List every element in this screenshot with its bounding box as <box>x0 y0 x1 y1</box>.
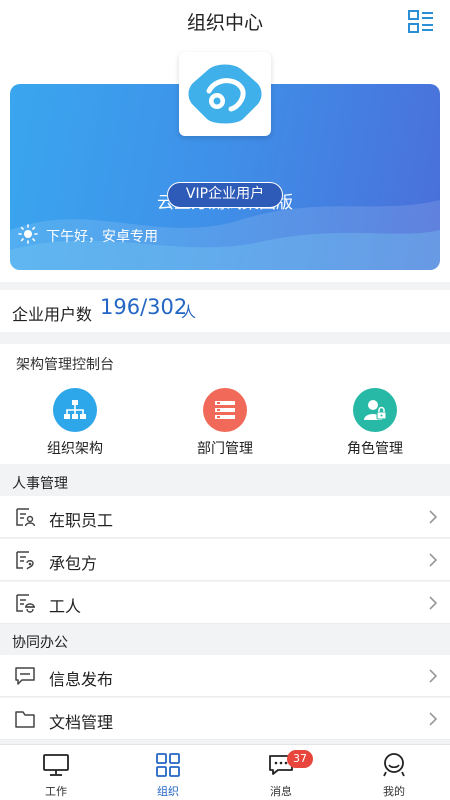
architecture-console: 架构管理控制台 组织架构 部门管理 角色管理 <box>0 344 450 464</box>
user-count-label: 企业用户数 <box>12 305 93 324</box>
role-lock-icon <box>353 388 397 432</box>
tab-label: 组织 <box>157 785 179 798</box>
chevron-right-icon <box>428 552 438 568</box>
qr-code-icon[interactable] <box>408 10 434 34</box>
section-title: 协同办公 <box>12 635 68 651</box>
list-item-employees[interactable]: 在职员工 <box>0 496 450 538</box>
tile-label: 角色管理 <box>347 441 403 457</box>
list-item-label: 承包方 <box>49 554 98 573</box>
greeting: 下午好，安卓专用 <box>18 224 158 248</box>
tile-department-management[interactable]: 部门管理 <box>165 388 285 458</box>
chevron-right-icon <box>428 668 438 684</box>
section-title: 人事管理 <box>12 476 68 492</box>
top-bar: 组织中心 <box>0 0 450 46</box>
list-item-workers[interactable]: 工人 <box>0 582 450 624</box>
bottom-tab-bar: 工作 组织 37 消息 我的 <box>0 744 450 800</box>
console-title: 架构管理控制台 <box>16 357 114 373</box>
tile-role-management[interactable]: 角色管理 <box>315 388 435 458</box>
employee-card-icon <box>14 506 36 528</box>
section-header-office: 协同办公 <box>0 625 450 655</box>
tab-label: 工作 <box>45 785 67 798</box>
page-title: 组织中心 <box>186 12 263 34</box>
chevron-right-icon <box>428 711 438 727</box>
vip-badge: VIP企业用户 <box>167 182 283 208</box>
list-item-label: 文档管理 <box>49 713 114 732</box>
org-chart-icon <box>53 388 97 432</box>
contractor-card-icon <box>14 549 36 571</box>
user-count-unit: 人 <box>181 303 197 321</box>
list-item-contractors[interactable]: 承包方 <box>0 539 450 581</box>
list-item-label: 在职员工 <box>49 511 114 530</box>
list-item-label: 工人 <box>49 597 82 616</box>
list-item-label: 信息发布 <box>49 670 114 689</box>
chevron-right-icon <box>428 509 438 525</box>
company-logo <box>179 52 271 136</box>
tile-org-structure[interactable]: 组织架构 <box>15 388 135 458</box>
tab-label: 我的 <box>383 785 405 798</box>
tab-work[interactable]: 工作 <box>0 745 112 800</box>
user-count-value: 196/302 <box>100 295 188 319</box>
tab-profile[interactable]: 我的 <box>338 745 450 800</box>
chevron-right-icon <box>428 595 438 611</box>
tile-label: 部门管理 <box>197 441 253 457</box>
worker-card-icon <box>14 592 36 614</box>
monitor-icon <box>43 754 69 776</box>
tab-messages[interactable]: 37 消息 <box>225 745 337 800</box>
hero-section: 云立方测试集团版 VIP企业用户 下午好，安卓专用 <box>0 46 450 282</box>
tab-organization[interactable]: 组织 <box>112 745 224 800</box>
unread-badge: 37 <box>287 750 313 768</box>
user-count-row: 企业用户数 196/302 人 <box>0 290 450 332</box>
list-item-info-publish[interactable]: 信息发布 <box>0 655 450 697</box>
folder-icon <box>14 708 36 730</box>
section-header-hr: 人事管理 <box>0 466 450 496</box>
tile-label: 组织架构 <box>47 441 103 457</box>
greeting-text: 下午好，安卓专用 <box>46 229 158 245</box>
message-publish-icon <box>14 665 36 687</box>
grid-icon <box>156 753 180 777</box>
profile-icon <box>383 753 405 777</box>
tab-label: 消息 <box>270 785 292 798</box>
list-item-document-management[interactable]: 文档管理 <box>0 698 450 740</box>
sun-icon <box>18 224 38 248</box>
department-list-icon <box>203 388 247 432</box>
